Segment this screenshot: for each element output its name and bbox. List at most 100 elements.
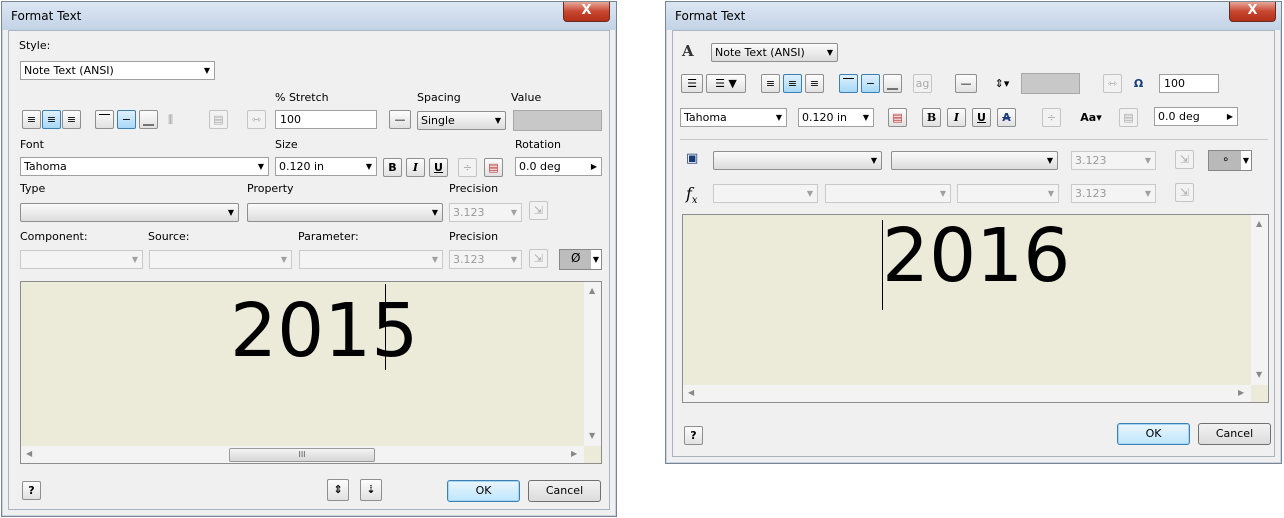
change-case-dropdown[interactable]: Aa▾ [1077, 108, 1105, 127]
align-left-button[interactable]: ≡ [22, 110, 41, 129]
scroll-up-icon[interactable]: ▲ [589, 286, 595, 295]
style-dropdown[interactable]: Note Text (ANSI) ▼ [20, 61, 215, 80]
size-dropdown[interactable]: 0.120 in ▼ [275, 157, 377, 176]
insert-property-icon[interactable]: ⇲ [529, 201, 548, 220]
stretch-input[interactable]: 100 [275, 110, 377, 129]
stack-fraction-icon[interactable]: ÷ [458, 158, 477, 177]
move-up-button[interactable]: ⇕ [327, 479, 349, 501]
align-center-button[interactable]: ≡ [783, 74, 802, 93]
horizontal-scrollbar[interactable]: ◀ III ▶ [21, 446, 584, 463]
component-dropdown[interactable]: ▼ [713, 184, 818, 203]
help-button[interactable]: ? [22, 481, 41, 500]
scroll-down-icon[interactable]: ▼ [1256, 370, 1262, 379]
vertical-scrollbar[interactable]: ▲ ▼ [1251, 215, 1268, 385]
stretch-input[interactable]: 100 [1159, 74, 1219, 93]
close-button[interactable]: X [1229, 2, 1276, 22]
component-dropdown[interactable]: ▼ [20, 250, 143, 269]
format-text-dialog-2015: Format Text X Style: Note Text (ANSI) ▼ %… [1, 1, 617, 517]
line-spacing-button[interactable]: — [389, 110, 411, 129]
dialog-body: A Note Text (ANSI) ▼ ☰ ☰ ▼ ≡ ≡ ≡ ⎺ − ⎽ ag… [672, 30, 1275, 457]
scroll-down-icon[interactable]: ▼ [589, 431, 595, 440]
vertical-scrollbar[interactable]: ▲ ▼ [584, 282, 601, 446]
strikethrough-button[interactable]: A [997, 108, 1016, 127]
cancel-button[interactable]: Cancel [528, 480, 601, 502]
spacing-label: Spacing [417, 91, 461, 104]
underline-button[interactable]: U [972, 108, 991, 127]
cancel-button[interactable]: Cancel [1198, 423, 1271, 445]
spacing-dropdown[interactable]: Single ▼ [417, 111, 506, 130]
bold-button[interactable]: B [922, 108, 941, 127]
parameter-dropdown[interactable]: ▼ [299, 250, 443, 269]
align-center-button[interactable]: ≡ [42, 110, 61, 129]
help-button[interactable]: ? [684, 426, 703, 445]
type-dropdown[interactable]: ▼ [20, 203, 239, 222]
align-right-button[interactable]: ≡ [805, 74, 824, 93]
valign-middle-button[interactable]: − [861, 74, 880, 93]
valign-top-button[interactable]: ⎺ [839, 74, 858, 93]
text-editor[interactable]: 2015 ▲ ▼ ◀ III ▶ [20, 281, 602, 464]
scroll-right-icon[interactable]: ▶ [1238, 388, 1244, 397]
dialog-title: Format Text [675, 9, 746, 23]
ok-button[interactable]: OK [447, 480, 520, 502]
align-right-button[interactable]: ≡ [62, 110, 81, 129]
line-spacing-icon[interactable]: ⫼ [161, 110, 180, 129]
symbol-dropdown[interactable]: Ø ▼ [559, 249, 602, 270]
italic-button[interactable]: I [406, 158, 425, 177]
italic-button[interactable]: I [947, 108, 966, 127]
precision2-dropdown[interactable]: 3.123 ▼ [449, 250, 522, 269]
type-dropdown[interactable]: ▼ [713, 151, 882, 170]
parameter-dropdown[interactable]: ▼ [957, 184, 1059, 203]
precision-dropdown[interactable]: 3.123 ▼ [1071, 151, 1156, 170]
align-left-button[interactable]: ≡ [761, 74, 780, 93]
fit-text-icon[interactable]: ▤ [209, 110, 228, 129]
source-dropdown[interactable]: ▼ [825, 184, 951, 203]
precision-dropdown[interactable]: 3.123 ▼ [449, 203, 522, 222]
horizontal-scrollbar[interactable]: ◀ ▶ [683, 385, 1251, 402]
property-dropdown[interactable]: ▼ [247, 203, 443, 222]
scroll-left-icon[interactable]: ◀ [688, 388, 694, 397]
line-spacing-button[interactable]: — [955, 74, 977, 93]
chevron-down-icon: ▼ [431, 255, 438, 264]
rotation-input[interactable]: 0.0 deg ▶ [1154, 107, 1238, 126]
valign-top-button[interactable]: ⎺ [95, 110, 114, 129]
scroll-up-icon[interactable]: ▲ [1256, 219, 1262, 228]
scroll-right-icon[interactable]: ▶ [571, 449, 577, 458]
dialog-title: Format Text [11, 9, 82, 23]
style-dropdown[interactable]: Note Text (ANSI) ▼ [711, 43, 838, 62]
chevron-down-icon: ▼ [131, 255, 138, 264]
style-value: Note Text (ANSI) [715, 46, 805, 59]
font-dropdown[interactable]: Tahoma ▼ [680, 108, 787, 127]
chevron-down-icon: ▼ [510, 255, 517, 264]
fit-text-icon[interactable]: ag [913, 74, 932, 93]
chevron-down-icon: ▼ [1144, 156, 1151, 165]
numbering-dropdown[interactable]: ☰ ▼ [706, 74, 746, 93]
property-dropdown[interactable]: ▼ [891, 151, 1058, 170]
close-button[interactable]: X [563, 2, 610, 22]
precision2-dropdown[interactable]: 3.123 ▼ [1071, 184, 1156, 203]
valign-bottom-button[interactable]: ⎽ [883, 74, 902, 93]
insert-parameter-icon[interactable]: ⇲ [529, 249, 548, 268]
stack-fraction-icon[interactable]: ÷ [1042, 108, 1061, 127]
valign-bottom-button[interactable]: ⎽ [139, 110, 158, 129]
rotation-input[interactable]: 0.0 deg ▶ [515, 157, 602, 176]
ok-button[interactable]: OK [1117, 423, 1190, 445]
size-dropdown[interactable]: 0.120 in ▼ [798, 108, 874, 127]
underline-button[interactable]: U [429, 158, 448, 177]
bold-button[interactable]: B [383, 158, 402, 177]
paragraph-spacing-icon[interactable]: ⇕▾ [987, 74, 1017, 93]
text-color-button[interactable]: ▤ [888, 108, 907, 127]
source-dropdown[interactable]: ▼ [149, 250, 292, 269]
scroll-thumb[interactable]: III [229, 448, 375, 462]
text-editor[interactable]: 2016 ▲ ▼ ◀ ▶ [682, 214, 1269, 403]
symbol-dropdown[interactable]: ∘ ▼ [1208, 150, 1252, 171]
font-dropdown[interactable]: Tahoma ▼ [20, 157, 269, 176]
chevron-down-icon: ▼ [870, 156, 877, 165]
scroll-left-icon[interactable]: ◀ [26, 449, 32, 458]
bullets-button[interactable]: ☰ [681, 74, 703, 93]
insert-parameter-icon[interactable]: ⇲ [1175, 183, 1194, 202]
move-down-button[interactable]: ⇣ [360, 479, 382, 501]
insert-property-icon[interactable]: ⇲ [1175, 150, 1194, 169]
valign-middle-button[interactable]: − [117, 110, 136, 129]
text-color-button[interactable]: ▤ [484, 158, 503, 177]
chevron-down-icon: ▼ [1144, 189, 1151, 198]
